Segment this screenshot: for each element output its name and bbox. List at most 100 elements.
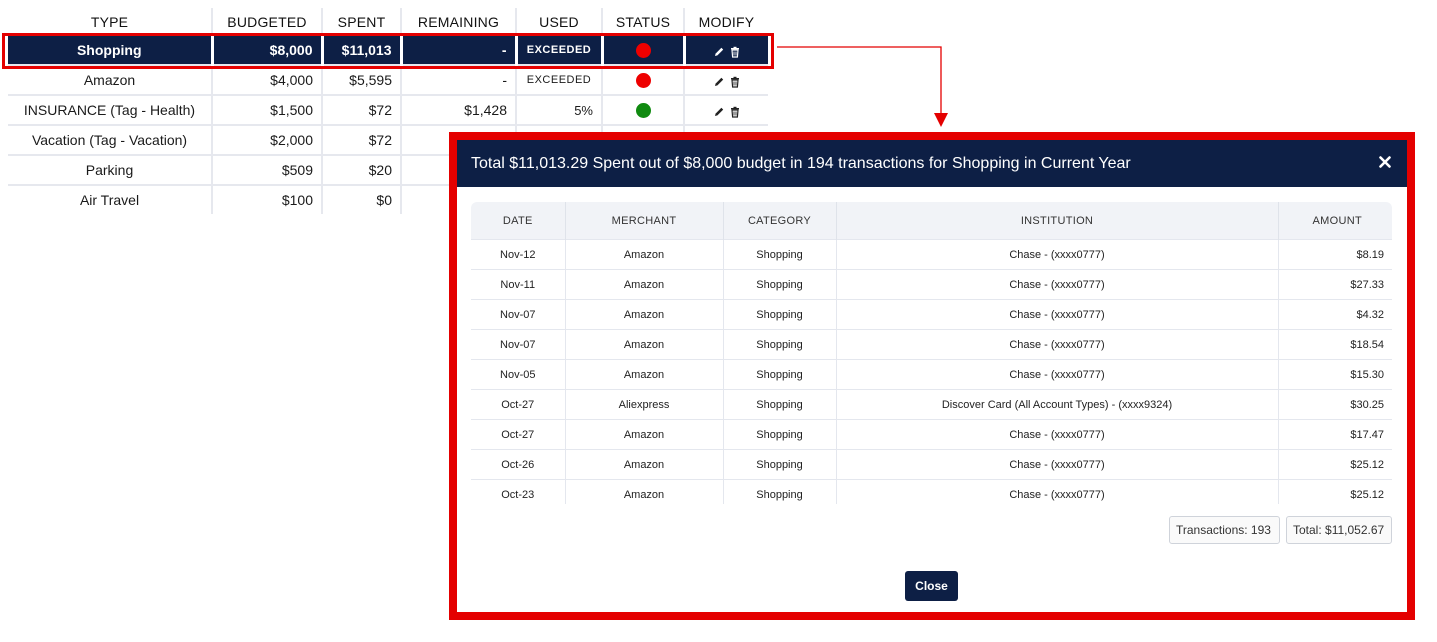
budget-cell-spent: $20 xyxy=(322,154,402,185)
budget-row[interactable]: Amazon $4,000 $5,595- EXCEEDED xyxy=(8,64,768,95)
transaction-date: Nov-12 xyxy=(471,239,566,270)
transaction-amount: $17.47 xyxy=(1278,419,1392,450)
transaction-category: Shopping xyxy=(723,329,837,360)
budget-cell-status xyxy=(602,94,685,125)
close-button[interactable]: Close xyxy=(905,571,958,601)
budget-cell-budgeted: $509 xyxy=(212,154,323,185)
transaction-category: Shopping xyxy=(723,359,837,390)
budget-header-row: TYPE BUDGETED SPENT REMAINING USED STATU… xyxy=(8,8,768,36)
transaction-date: Oct-26 xyxy=(471,449,566,480)
transaction-institution: Chase - (xxxx0777) xyxy=(836,419,1279,450)
transactions-table: DATE MERCHANT CATEGORY INSTITUTION AMOUN… xyxy=(471,202,1392,504)
budget-cell-type: Vacation (Tag - Vacation) xyxy=(8,124,213,155)
transaction-row[interactable]: Nov-11 Amazon Shopping Chase - (xxxx0777) $2… xyxy=(471,269,1392,300)
budget-cell-remaining: - xyxy=(401,36,518,65)
transaction-row[interactable]: Nov-07 Amazon Shopping Chase - (xxxx0777) $1… xyxy=(471,329,1392,360)
transaction-merchant: Amazon xyxy=(565,449,724,480)
transaction-amount: $25.12 xyxy=(1278,479,1392,504)
budget-cell-modify xyxy=(684,94,768,125)
pencil-icon[interactable] xyxy=(713,105,725,117)
budget-cell-budgeted: $1,500 xyxy=(212,94,323,125)
trash-icon[interactable] xyxy=(729,75,741,88)
modal-header: Total $11,013.29 Spent out of $8,000 bud… xyxy=(457,140,1407,187)
transaction-category: Shopping xyxy=(723,239,837,270)
budget-cell-budgeted: $100 xyxy=(212,184,323,214)
trash-icon[interactable] xyxy=(729,45,741,58)
transaction-merchant: Amazon xyxy=(565,299,724,330)
transaction-row[interactable]: Oct-23 Amazon Shopping Chase - (xxxx0777) $2… xyxy=(471,479,1392,504)
transaction-amount: $18.54 xyxy=(1278,329,1392,360)
budget-cell-status xyxy=(602,36,686,65)
col-category[interactable]: CATEGORY xyxy=(723,202,837,240)
transactions-total-badge: Total: $11,052.67 xyxy=(1286,516,1392,544)
transaction-amount: $4.32 xyxy=(1278,299,1392,330)
transaction-row[interactable]: Nov-12 Amazon Shopping Chase - (xxxx0777) $8… xyxy=(471,239,1392,270)
budget-cell-used: 5% xyxy=(516,94,603,125)
transaction-date: Oct-27 xyxy=(471,389,566,420)
budget-cell-used: EXCEEDED xyxy=(516,64,603,95)
transaction-date: Oct-27 xyxy=(471,419,566,450)
trash-icon[interactable] xyxy=(729,105,741,118)
budget-cell-modify xyxy=(684,36,768,65)
col-status[interactable]: STATUS xyxy=(602,8,685,36)
col-type[interactable]: TYPE xyxy=(8,8,213,36)
budget-cell-spent: $5,595 xyxy=(322,64,402,95)
transaction-row[interactable]: Oct-26 Amazon Shopping Chase - (xxxx0777) $2… xyxy=(471,449,1392,480)
transaction-institution: Chase - (xxxx0777) xyxy=(836,269,1279,300)
budget-cell-spent: $72 xyxy=(322,94,402,125)
transaction-merchant: Amazon xyxy=(565,269,724,300)
transaction-merchant: Amazon xyxy=(565,419,724,450)
budget-cell-status xyxy=(602,64,685,95)
col-merchant[interactable]: MERCHANT xyxy=(565,202,724,240)
budget-cell-modify xyxy=(684,64,768,95)
transactions-modal: Total $11,013.29 Spent out of $8,000 bud… xyxy=(457,140,1407,612)
col-date[interactable]: DATE xyxy=(471,202,566,240)
modal-title: Total $11,013.29 Spent out of $8,000 bud… xyxy=(471,154,1131,172)
modal-highlight-frame: Total $11,013.29 Spent out of $8,000 bud… xyxy=(449,132,1415,620)
budget-cell-spent: $0 xyxy=(322,184,402,214)
transaction-row[interactable]: Nov-07 Amazon Shopping Chase - (xxxx0777) $4… xyxy=(471,299,1392,330)
transaction-merchant: Aliexpress xyxy=(565,389,724,420)
transaction-category: Shopping xyxy=(723,299,837,330)
status-green-indicator xyxy=(635,103,651,119)
col-amount[interactable]: AMOUNT xyxy=(1278,202,1392,240)
transaction-row[interactable]: Oct-27 Amazon Shopping Chase - (xxxx0777) $1… xyxy=(471,419,1392,450)
budget-cell-remaining: $1,428 xyxy=(401,94,517,125)
transaction-date: Nov-07 xyxy=(471,299,566,330)
transaction-merchant: Amazon xyxy=(565,479,724,504)
budget-cell-spent: $11,013 xyxy=(322,36,403,65)
transaction-institution: Chase - (xxxx0777) xyxy=(836,239,1279,270)
budget-cell-used: EXCEEDED xyxy=(516,36,604,65)
transaction-category: Shopping xyxy=(723,269,837,300)
transaction-institution: Chase - (xxxx0777) xyxy=(836,479,1279,504)
transaction-row[interactable]: Nov-05 Amazon Shopping Chase - (xxxx0777) $1… xyxy=(471,359,1392,390)
pencil-icon[interactable] xyxy=(713,45,725,57)
transaction-row[interactable]: Oct-27 Aliexpress Shopping Discover Card (A… xyxy=(471,389,1392,420)
budget-cell-type: Amazon xyxy=(8,64,213,95)
budget-row[interactable]: Shopping $8,000 $11,013- EXCEEDED xyxy=(8,36,768,65)
pencil-icon[interactable] xyxy=(713,75,725,87)
col-used[interactable]: USED xyxy=(516,8,603,36)
budget-row[interactable]: INSURANCE (Tag - Health) $1,500 $72 $1,428 5… xyxy=(8,94,768,125)
col-institution[interactable]: INSTITUTION xyxy=(836,202,1279,240)
transaction-institution: Chase - (xxxx0777) xyxy=(836,449,1279,480)
transaction-category: Shopping xyxy=(723,479,837,504)
transaction-amount: $8.19 xyxy=(1278,239,1392,270)
transaction-date: Oct-23 xyxy=(471,479,566,504)
col-budgeted[interactable]: BUDGETED xyxy=(212,8,323,36)
close-icon[interactable] xyxy=(1375,152,1395,172)
transactions-scroll-area[interactable]: DATE MERCHANT CATEGORY INSTITUTION AMOUN… xyxy=(471,202,1392,504)
transaction-category: Shopping xyxy=(723,389,837,420)
budget-cell-type: Parking xyxy=(8,154,213,185)
transaction-merchant: Amazon xyxy=(565,239,724,270)
col-spent[interactable]: SPENT xyxy=(322,8,402,36)
status-red-indicator xyxy=(635,43,651,59)
transactions-count-badge: Transactions: 193 xyxy=(1169,516,1280,544)
status-red-indicator xyxy=(635,73,651,89)
transaction-date: Nov-05 xyxy=(471,359,566,390)
budget-cell-type: Air Travel xyxy=(8,184,213,214)
transactions-header-row: DATE MERCHANT CATEGORY INSTITUTION AMOUN… xyxy=(471,202,1392,240)
transaction-date: Nov-07 xyxy=(471,329,566,360)
transaction-merchant: Amazon xyxy=(565,359,724,390)
col-remaining[interactable]: REMAINING xyxy=(401,8,517,36)
